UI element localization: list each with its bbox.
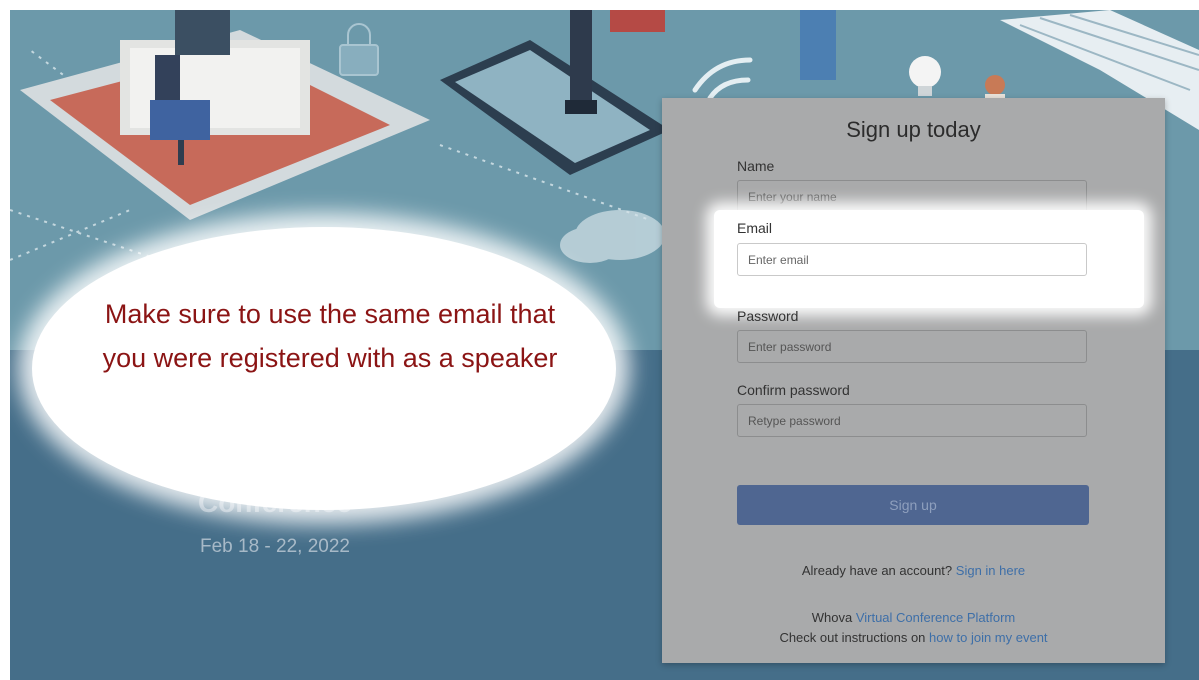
name-input[interactable] <box>737 180 1087 213</box>
email-input[interactable] <box>737 243 1087 276</box>
confirm-password-input[interactable] <box>737 404 1087 437</box>
signup-heading: Sign up today <box>846 117 981 142</box>
lock-icon <box>339 23 379 76</box>
email-label: Email <box>737 220 773 236</box>
platform-credit: Whova Virtual Conference Platform <box>662 610 1165 625</box>
sign-in-prompt: Already have an account? Sign in here <box>662 563 1165 578</box>
instructions-line: Check out instructions on how to join my… <box>662 630 1165 645</box>
page-frame: Whova Demo Virtual Conference Feb 18 - 2… <box>10 10 1199 680</box>
callout-text: Make sure to use the same email that you… <box>102 299 558 373</box>
confirm-password-label: Confirm password <box>737 382 850 398</box>
signup-button[interactable]: Sign up <box>737 485 1089 525</box>
sign-in-link[interactable]: Sign in here <box>956 563 1025 578</box>
lightbulb-icon <box>909 56 941 96</box>
password-input[interactable] <box>737 330 1087 363</box>
name-label: Name <box>737 158 775 174</box>
brand-text: Whova <box>811 610 853 625</box>
event-dates: Feb 18 - 22, 2022 <box>200 536 350 557</box>
account-prompt-text: Already have an account? <box>801 563 953 578</box>
platform-link[interactable]: Virtual Conference Platform <box>856 610 1015 625</box>
email-spotlight: Email <box>714 210 1144 308</box>
person-illustration <box>800 10 1005 100</box>
wifi-icon <box>692 57 753 101</box>
desk-illustration <box>20 10 430 220</box>
password-label: Password <box>737 308 799 324</box>
instructions-text: Check out instructions on <box>779 630 926 645</box>
instructions-link[interactable]: how to join my event <box>929 630 1048 645</box>
signup-card: Sign up today Name Email Password Confir… <box>662 98 1165 663</box>
cloud-illustration <box>560 210 665 263</box>
phone-illustration <box>440 10 670 175</box>
